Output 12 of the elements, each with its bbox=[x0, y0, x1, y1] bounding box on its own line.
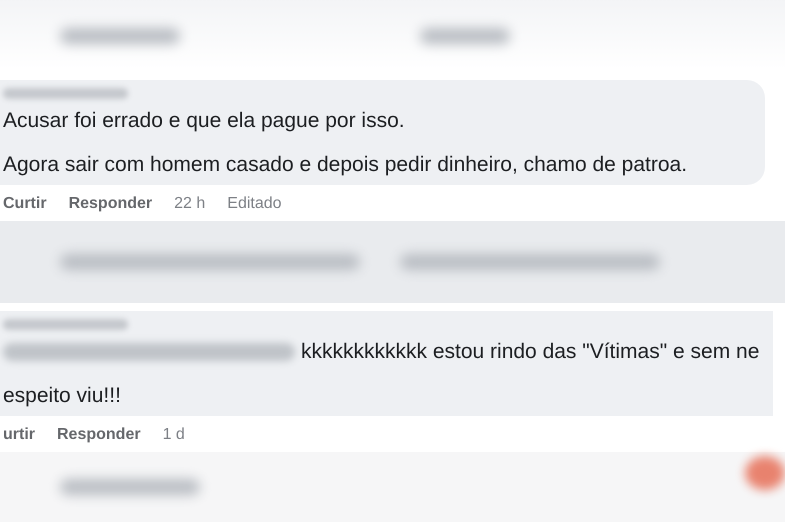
blurred-icon bbox=[745, 456, 785, 490]
action-link[interactable]: Responder bbox=[57, 426, 141, 444]
action-link[interactable]: Curtir bbox=[3, 195, 47, 213]
comment-text: Acusar foi errado e que ela pague por isso. bbox=[3, 108, 405, 134]
comment-text: kkkkkkkkkkkk estou rindo das "Vítimas" e sem ne bbox=[301, 339, 760, 365]
action-link[interactable]: urtir bbox=[3, 426, 35, 444]
comment-time: 1 d bbox=[162, 426, 185, 444]
comment-time: 22 h bbox=[174, 195, 206, 213]
comment-text: Agora sair com homem casado e depois pedir dinheiro, chamo de patroa. bbox=[3, 152, 688, 178]
comment-text: espeito viu!!! bbox=[3, 383, 121, 409]
action-link[interactable]: Responder bbox=[68, 195, 152, 213]
edited-label: Editado bbox=[227, 195, 282, 213]
